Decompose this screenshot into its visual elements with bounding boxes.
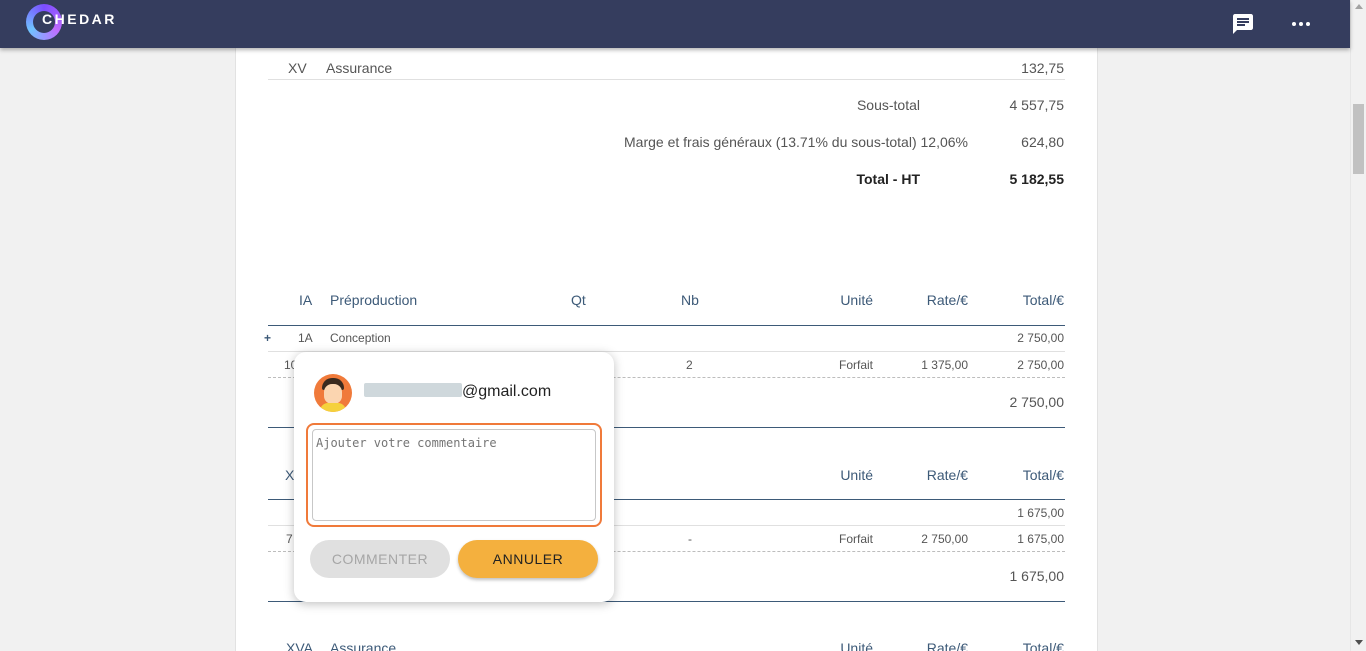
header-rate: Rate/€ <box>926 467 968 483</box>
more-horizontal-icon[interactable] <box>1289 12 1313 36</box>
header-total: Total/€ <box>1022 292 1064 308</box>
chedar-logo[interactable]: CHEDAR <box>26 2 146 42</box>
item-rate: 1 375,00 <box>921 358 968 372</box>
scroll-thumb[interactable] <box>1353 104 1364 174</box>
row-divider <box>268 79 1065 80</box>
total-ht-label: Total - HT <box>856 171 920 187</box>
header-divider <box>268 325 1065 326</box>
header-total: Total/€ <box>1022 640 1064 651</box>
header-code: X <box>285 467 295 483</box>
item-unite: Forfait <box>838 358 873 372</box>
group-code: 1A <box>298 331 313 345</box>
header-code: IA <box>299 292 313 308</box>
total-ht-value: 5 182,55 <box>1009 171 1065 187</box>
row-code: XV <box>288 60 307 76</box>
marge-value: 624,80 <box>1021 134 1064 150</box>
expand-plus-icon[interactable]: + <box>264 331 271 345</box>
section-total: 2 750,00 <box>1009 394 1065 410</box>
comment-input[interactable] <box>312 429 596 521</box>
item-nb: - <box>688 532 692 546</box>
header-code: XVA <box>286 640 313 651</box>
comment-field-wrapper <box>306 423 602 527</box>
item-total: 1 675,00 <box>1017 532 1064 546</box>
item-code: 7 <box>286 532 293 546</box>
comment-popup: @gmail.com COMMENTER ANNULER <box>294 352 614 602</box>
item-total: 2 750,00 <box>1017 358 1064 372</box>
row-total: 132,75 <box>1021 60 1064 76</box>
subtotal-value: 4 557,75 <box>1009 97 1065 113</box>
marge-label: Marge et frais généraux (13.71% du sous-… <box>624 134 968 150</box>
row-label: Assurance <box>326 60 393 76</box>
chat-icon[interactable] <box>1231 12 1255 36</box>
group-total: 2 750,00 <box>1017 331 1064 345</box>
top-app-bar: CHEDAR <box>0 0 1350 48</box>
scroll-up-arrow-icon[interactable] <box>1355 4 1363 9</box>
header-label: Préproduction <box>330 292 418 308</box>
header-rate: Rate/€ <box>926 292 968 308</box>
header-label: Assurance <box>330 640 397 651</box>
redacted-email-mask <box>364 383 462 397</box>
page-scrollbar[interactable] <box>1350 0 1366 651</box>
header-unite: Unité <box>840 467 873 483</box>
subtotal-label: Sous-total <box>856 97 920 113</box>
user-email: @gmail.com <box>462 383 552 400</box>
group-label: Conception <box>330 331 391 345</box>
header-qt: Qt <box>571 292 586 308</box>
header-unite: Unité <box>840 640 873 651</box>
header-total: Total/€ <box>1022 467 1064 483</box>
header-unite: Unité <box>840 292 873 308</box>
item-nb: 2 <box>686 358 693 372</box>
comment-button[interactable]: COMMENTER <box>310 540 450 578</box>
group-total: 1 675,00 <box>1017 506 1064 520</box>
logo-text: CHEDAR <box>42 11 117 27</box>
user-avatar-icon <box>314 374 352 412</box>
item-unite: Forfait <box>838 532 873 546</box>
scroll-down-arrow-icon[interactable] <box>1355 640 1363 645</box>
section-total: 1 675,00 <box>1009 568 1065 584</box>
header-rate: Rate/€ <box>926 640 968 651</box>
header-nb: Nb <box>681 292 699 308</box>
item-rate: 2 750,00 <box>921 532 968 546</box>
cancel-button[interactable]: ANNULER <box>458 540 598 578</box>
